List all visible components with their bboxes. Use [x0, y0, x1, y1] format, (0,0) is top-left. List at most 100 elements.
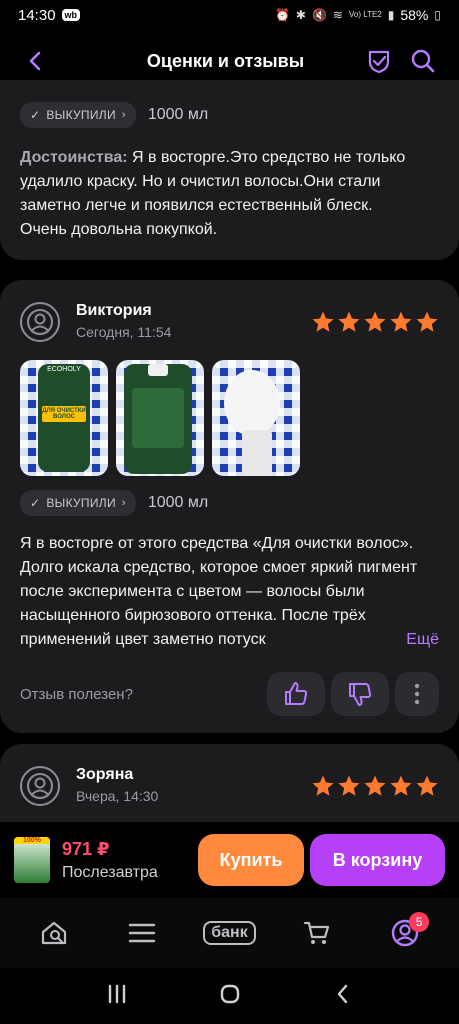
- star-icon: [312, 311, 334, 332]
- review-body: Я в восторге от этого средства «Для очис…: [20, 535, 418, 648]
- battery-icon: ▯: [434, 8, 441, 22]
- add-to-cart-button[interactable]: В корзину: [310, 834, 445, 886]
- alarm-icon: ⏰: [274, 8, 290, 22]
- home-circle-icon: [220, 984, 239, 1003]
- check-icon: ✓: [30, 108, 41, 122]
- cart-icon: [304, 921, 330, 944]
- helpful-question: Отзыв полезен?: [20, 685, 133, 703]
- review-photos: ECOHOLY ДЛЯ ОЧИСТКИ ВОЛОС: [20, 360, 300, 476]
- star-icon: [390, 775, 412, 796]
- star-icon: [416, 311, 438, 332]
- bottle-back: [124, 364, 192, 474]
- review-photo[interactable]: ECOHOLY ДЛЯ ОЧИСТКИ ВОЛОС: [20, 360, 108, 476]
- bought-badge[interactable]: ✓ ВЫКУПИЛИ ›: [20, 102, 136, 128]
- back-button[interactable]: [14, 39, 58, 83]
- user-icon: [27, 773, 53, 799]
- tab-profile[interactable]: 5: [375, 908, 435, 958]
- thumbs-up-icon: [285, 682, 308, 705]
- bottle-neck: [242, 430, 272, 476]
- back-arrow-icon: [337, 984, 347, 1003]
- user-icon: [27, 309, 53, 335]
- rating-stars: [311, 310, 439, 334]
- product-price: 971 ₽: [62, 838, 110, 859]
- rating-stars: [311, 774, 439, 798]
- chevron-left-icon: [29, 51, 41, 71]
- star-icon: [364, 311, 386, 332]
- thumbnail-badge: 100%: [14, 837, 50, 844]
- recent-apps-button[interactable]: [106, 983, 128, 1010]
- bought-label: ВЫКУПИЛИ: [46, 496, 116, 510]
- bluetooth-icon: ✱: [295, 8, 306, 22]
- bottle-front: ECOHOLY ДЛЯ ОЧИСТКИ ВОЛОС: [38, 364, 90, 472]
- search-button[interactable]: [401, 39, 445, 83]
- status-time: 14:30: [18, 6, 56, 24]
- bottom-tab-bar: банк 5: [0, 898, 459, 968]
- star-icon: [416, 775, 438, 796]
- review-header: Зоряна Вчера, 14:30: [20, 766, 158, 806]
- wb-app-icon: wb: [61, 9, 81, 21]
- recents-icon: [108, 984, 125, 1003]
- review-photo[interactable]: [116, 360, 204, 476]
- bought-badge[interactable]: ✓ ВЫКУПИЛИ ›: [20, 490, 136, 516]
- notification-badge: 5: [409, 912, 430, 932]
- tab-cart[interactable]: [287, 908, 347, 958]
- volume-label: 1000 мл: [147, 106, 209, 123]
- tab-home[interactable]: [24, 908, 84, 958]
- more-options-button[interactable]: [395, 672, 439, 716]
- review-card: Виктория Сегодня, 11:54 ECOHOLY ДЛЯ ОЧИС…: [0, 280, 459, 733]
- bottle-pump: [224, 370, 280, 436]
- read-more-link[interactable]: Ещё: [400, 628, 439, 652]
- delivery-date: Послезавтра: [62, 863, 158, 881]
- bottle-cap: [148, 364, 168, 376]
- purchase-info: ✓ ВЫКУПИЛИ › 1000 мл: [20, 490, 208, 516]
- author-name: Виктория: [76, 302, 152, 319]
- verified-filter-button[interactable]: [357, 39, 401, 83]
- system-nav-bar: [0, 968, 459, 1024]
- star-icon: [338, 775, 360, 796]
- avatar: [20, 302, 60, 342]
- shield-check-icon: [368, 50, 390, 74]
- mute-icon: 🔇: [311, 8, 327, 22]
- home-search-icon: [41, 921, 66, 945]
- review-card: ✓ ВЫКУПИЛИ › 1000 мл Достоинства: Я в во…: [0, 80, 459, 260]
- signal-icon: ▮: [387, 8, 395, 22]
- star-icon: [312, 775, 334, 796]
- purchase-info: ✓ ВЫКУПИЛИ › 1000 мл: [20, 102, 208, 128]
- buy-bar: 100% 971 ₽ Послезавтра Купить В корзину: [0, 822, 459, 898]
- battery-level: 58%: [400, 7, 429, 23]
- star-icon: [364, 775, 386, 796]
- more-vertical-icon: [414, 683, 420, 705]
- advantages-label: Достоинства:: [20, 149, 128, 166]
- chevron-right-icon: ›: [121, 109, 126, 121]
- tab-bank[interactable]: банк: [199, 908, 259, 958]
- page-title: Оценки и отзывы: [146, 50, 305, 71]
- volume-label: 1000 мл: [147, 494, 209, 511]
- chevron-right-icon: ›: [121, 497, 126, 509]
- bank-label: банк: [203, 921, 256, 945]
- tab-catalog[interactable]: [112, 908, 172, 958]
- bottle-label: ДЛЯ ОЧИСТКИ ВОЛОС: [42, 406, 86, 422]
- author-name: Зоряна: [76, 766, 134, 783]
- bottle-brand: ECOHOLY: [47, 366, 81, 373]
- status-bar: 14:30 wb ⏰ ✱ 🔇 ≋ Vo) LTE2 ▮ 58% ▯: [0, 0, 459, 30]
- search-icon: [411, 49, 435, 73]
- home-button[interactable]: [219, 983, 241, 1010]
- network-label: Vo) LTE2: [348, 10, 382, 19]
- menu-icon: [128, 923, 155, 943]
- review-date: Сегодня, 11:54: [76, 324, 172, 340]
- dislike-button[interactable]: [331, 672, 389, 716]
- system-back-button[interactable]: [332, 983, 354, 1010]
- review-text: Достоинства: Я в восторге.Это средство н…: [20, 146, 420, 242]
- check-icon: ✓: [30, 496, 41, 510]
- product-thumbnail[interactable]: 100%: [14, 837, 50, 883]
- bought-label: ВЫКУПИЛИ: [46, 108, 116, 122]
- avatar: [20, 766, 60, 806]
- thumbs-down-icon: [349, 683, 372, 706]
- buy-button[interactable]: Купить: [198, 834, 304, 886]
- wifi-icon: ≋: [332, 8, 343, 22]
- bottle-back-label: [132, 388, 184, 448]
- review-date: Вчера, 14:30: [76, 788, 159, 804]
- review-photo[interactable]: [212, 360, 300, 476]
- review-text: Я в восторге от этого средства «Для очис…: [20, 532, 440, 652]
- like-button[interactable]: [267, 672, 325, 716]
